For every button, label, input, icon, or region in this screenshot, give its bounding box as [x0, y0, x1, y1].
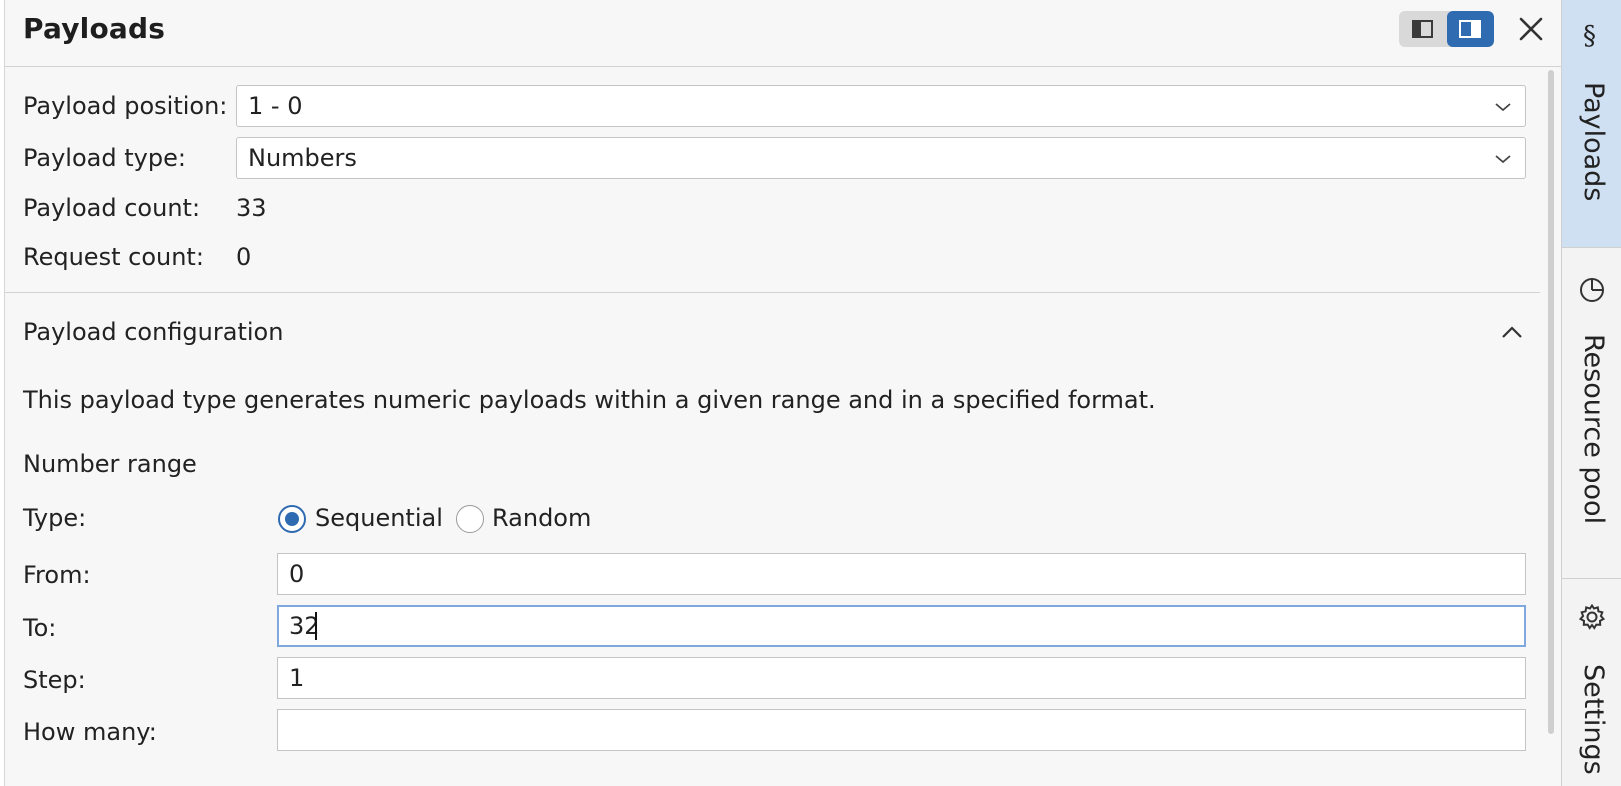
- section-divider: [5, 292, 1540, 293]
- side-tab-settings[interactable]: Settings: [1562, 579, 1621, 786]
- range-type-label: Type:: [23, 504, 87, 532]
- number-range-heading: Number range: [23, 450, 197, 478]
- close-icon: [1519, 17, 1543, 41]
- random-radio[interactable]: [456, 505, 484, 533]
- config-description: This payload type generates numeric payl…: [23, 386, 1156, 414]
- payload-type-select[interactable]: Numbers: [236, 137, 1526, 179]
- payloads-icon: §: [1583, 21, 1596, 48]
- how-many-label: How many:: [23, 718, 157, 746]
- to-label: To:: [23, 614, 57, 642]
- collapse-section-button[interactable]: [1499, 322, 1525, 342]
- gear-icon: [1578, 603, 1606, 630]
- payload-count-label: Payload count:: [23, 194, 201, 222]
- payload-count-value: 33: [236, 194, 267, 222]
- layout-toggle: [1399, 11, 1494, 47]
- resource-pool-icon: [1580, 278, 1604, 302]
- sequential-radio-label[interactable]: Sequential: [315, 504, 443, 532]
- side-tab-resource-pool-label: Resource pool: [1578, 334, 1609, 525]
- side-tab-payloads[interactable]: § Payloads: [1562, 0, 1621, 247]
- payload-type-value: Numbers: [248, 144, 357, 172]
- sidebar-right-icon: [1459, 20, 1481, 38]
- payloads-panel: Payloads Payload position: 1 - 0 Payload…: [4, 0, 1561, 786]
- step-label: Step:: [23, 666, 86, 694]
- chevron-up-icon: [1502, 326, 1522, 338]
- request-count-label: Request count:: [23, 243, 204, 271]
- random-radio-label[interactable]: Random: [492, 504, 591, 532]
- to-input[interactable]: [277, 605, 1526, 647]
- request-count-value: 0: [236, 243, 252, 271]
- panel-title: Payloads: [23, 12, 166, 45]
- side-tab-payloads-label: Payloads: [1578, 82, 1609, 202]
- side-tab-settings-label: Settings: [1578, 664, 1609, 775]
- svg-text:§: §: [1583, 21, 1596, 48]
- scrollbar-thumb[interactable]: [1548, 70, 1554, 734]
- layout-left-button[interactable]: [1399, 11, 1446, 47]
- payload-position-select[interactable]: 1 - 0: [236, 85, 1526, 127]
- from-label: From:: [23, 561, 91, 589]
- close-button[interactable]: [1513, 10, 1549, 48]
- sequential-radio[interactable]: [278, 505, 306, 533]
- chevron-down-icon: [1495, 103, 1511, 112]
- payload-type-label: Payload type:: [23, 144, 186, 172]
- side-tab-rail: § Payloads Resource pool Settings: [1561, 0, 1621, 786]
- from-input[interactable]: [277, 553, 1526, 595]
- payload-position-label: Payload position:: [23, 92, 228, 120]
- sidebar-left-icon: [1412, 20, 1433, 38]
- vertical-scrollbar[interactable]: [1544, 70, 1558, 734]
- payload-position-value: 1 - 0: [248, 92, 303, 120]
- text-caret: [315, 612, 317, 640]
- layout-right-button[interactable]: [1447, 11, 1494, 47]
- step-input[interactable]: [277, 657, 1526, 699]
- panel-header: Payloads: [5, 0, 1561, 67]
- chevron-down-icon: [1495, 155, 1511, 164]
- side-tab-resource-pool[interactable]: Resource pool: [1562, 248, 1621, 578]
- config-section-title[interactable]: Payload configuration: [23, 318, 283, 346]
- how-many-input[interactable]: [277, 709, 1526, 751]
